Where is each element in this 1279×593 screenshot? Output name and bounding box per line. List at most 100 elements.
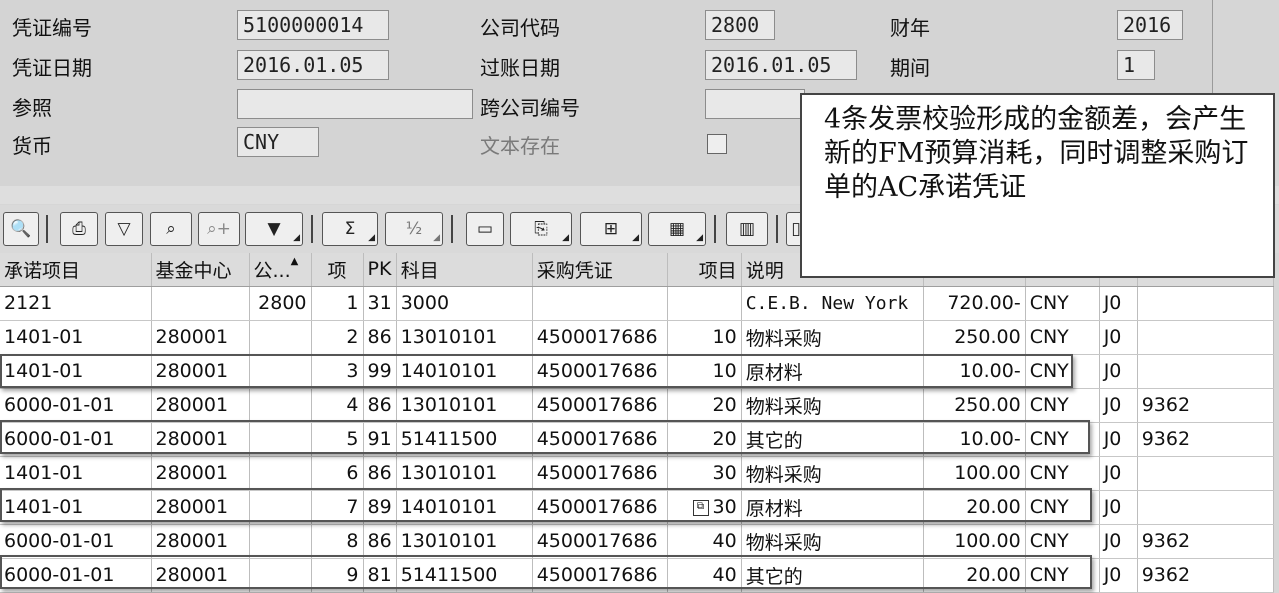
cell-account[interactable]: 14010101 bbox=[396, 354, 533, 389]
find-next-icon[interactable]: ⌕+ bbox=[198, 212, 240, 246]
cell-extra[interactable]: 9362 bbox=[1137, 422, 1274, 457]
cell-account[interactable]: 13010101 bbox=[396, 388, 533, 423]
set-filter-icon[interactable]: ▼ ◢ bbox=[245, 212, 303, 246]
cell-fund-center[interactable]: 280001 bbox=[151, 490, 250, 525]
cell-item[interactable] bbox=[667, 286, 742, 321]
cell-company[interactable] bbox=[249, 354, 312, 389]
cell-tax[interactable]: J0 bbox=[1099, 422, 1138, 457]
cell-account[interactable]: 13010101 bbox=[396, 456, 533, 491]
cell-amount[interactable]: 10.00- bbox=[923, 354, 1026, 389]
cell-posting-key[interactable]: 86 bbox=[363, 456, 397, 491]
detail-icon[interactable]: 🔍 bbox=[3, 212, 39, 246]
cell-description[interactable]: 物料采购 bbox=[741, 388, 924, 423]
cell-item[interactable]: 40 bbox=[667, 524, 742, 559]
post-date-field[interactable]: 2016.01.05 bbox=[705, 50, 857, 80]
cell-company[interactable] bbox=[249, 456, 312, 491]
cell-currency[interactable]: CNY bbox=[1025, 456, 1100, 491]
cell-item[interactable]: 20 bbox=[667, 388, 742, 423]
table-row[interactable]: 1401-01 280001 7 89 14010101 4500017686 ⧉ 30 原材料… bbox=[0, 490, 1274, 525]
currency-field[interactable]: CNY bbox=[237, 127, 319, 157]
cell-item[interactable]: 10 bbox=[667, 354, 742, 389]
document-link-icon[interactable]: ⧉ bbox=[692, 499, 709, 516]
cell-posting-key[interactable]: 86 bbox=[363, 388, 397, 423]
cell-commitment-item[interactable]: 1401-01 bbox=[0, 320, 152, 355]
cell-commitment-item[interactable]: 1401-01 bbox=[0, 354, 152, 389]
cell-line[interactable]: 7 bbox=[311, 490, 364, 525]
layout-icon[interactable]: ▦ ◢ bbox=[648, 212, 706, 246]
col-company[interactable]: 公...▲ bbox=[249, 253, 312, 287]
cell-company[interactable] bbox=[249, 422, 312, 457]
year-field[interactable]: 2016 bbox=[1117, 10, 1183, 40]
cell-currency[interactable]: CNY bbox=[1025, 490, 1100, 525]
cell-tax[interactable]: J0 bbox=[1099, 388, 1138, 423]
cell-commitment-item[interactable]: 6000-01-01 bbox=[0, 388, 152, 423]
cell-account[interactable]: 13010101 bbox=[396, 320, 533, 355]
cell-line[interactable]: 9 bbox=[311, 558, 364, 593]
cell-description[interactable]: 其它的 bbox=[741, 422, 924, 457]
cell-posting-key[interactable]: 81 bbox=[363, 558, 397, 593]
cell-item[interactable]: 10 bbox=[667, 320, 742, 355]
cell-line[interactable]: 8 bbox=[311, 524, 364, 559]
cell-amount[interactable]: 250.00 bbox=[923, 320, 1026, 355]
cell-fund-center[interactable]: 280001 bbox=[151, 524, 250, 559]
cell-purchase-doc[interactable]: 4500017686 bbox=[532, 456, 668, 491]
spreadsheet-icon[interactable]: ⊞ ◢ bbox=[580, 212, 642, 246]
cell-currency[interactable]: CNY bbox=[1025, 388, 1100, 423]
cell-posting-key[interactable]: 99 bbox=[363, 354, 397, 389]
cell-purchase-doc[interactable]: 4500017686 bbox=[532, 558, 668, 593]
col-fund-center[interactable]: 基金中心 bbox=[151, 253, 250, 287]
ref-field[interactable] bbox=[237, 89, 473, 119]
cell-account[interactable]: 13010101 bbox=[396, 524, 533, 559]
cell-tax[interactable]: J0 bbox=[1099, 490, 1138, 525]
cell-extra[interactable] bbox=[1137, 456, 1274, 491]
cell-purchase-doc[interactable]: 4500017686 bbox=[532, 422, 668, 457]
col-account[interactable]: 科目 bbox=[396, 253, 533, 287]
col-posting-key[interactable]: PK bbox=[363, 253, 397, 287]
cell-line[interactable]: 5 bbox=[311, 422, 364, 457]
cell-line[interactable]: 4 bbox=[311, 388, 364, 423]
cell-commitment-item[interactable]: 1401-01 bbox=[0, 456, 152, 491]
cell-currency[interactable]: CNY bbox=[1025, 558, 1100, 593]
cell-commitment-item[interactable]: 6000-01-01 bbox=[0, 524, 152, 559]
cell-purchase-doc[interactable]: 4500017686 bbox=[532, 490, 668, 525]
table-row[interactable]: 1401-01 280001 3 99 14010101 4500017686 10 原材料 1… bbox=[0, 354, 1274, 389]
cell-tax[interactable]: J0 bbox=[1099, 524, 1138, 559]
cell-account[interactable]: 3000 bbox=[396, 286, 533, 321]
cell-commitment-item[interactable]: 6000-01-01 bbox=[0, 422, 152, 457]
cell-company[interactable]: 2800 bbox=[249, 286, 312, 321]
cell-company[interactable] bbox=[249, 524, 312, 559]
table-row[interactable]: 1401-01 280001 2 86 13010101 4500017686 10 物料采购… bbox=[0, 320, 1274, 355]
col-line[interactable]: 项 bbox=[311, 253, 364, 287]
cell-fund-center[interactable]: 280001 bbox=[151, 388, 250, 423]
cell-purchase-doc[interactable]: 4500017686 bbox=[532, 524, 668, 559]
cross-company-field[interactable] bbox=[705, 89, 805, 119]
cell-currency[interactable]: CNY bbox=[1025, 286, 1100, 321]
cell-commitment-item[interactable]: 6000-01-01 bbox=[0, 558, 152, 593]
cell-extra[interactable] bbox=[1137, 354, 1274, 389]
cell-line[interactable]: 1 bbox=[311, 286, 364, 321]
table-row[interactable]: 6000-01-01 280001 5 91 51411500 4500017686 20 其… bbox=[0, 422, 1274, 457]
cell-currency[interactable]: CNY bbox=[1025, 422, 1100, 457]
cell-purchase-doc[interactable]: 4500017686 bbox=[532, 388, 668, 423]
cell-amount[interactable]: 100.00 bbox=[923, 456, 1026, 491]
text-exists-checkbox[interactable] bbox=[707, 134, 727, 154]
cell-amount[interactable]: 10.00- bbox=[923, 422, 1026, 457]
cell-account[interactable]: 51411500 bbox=[396, 422, 533, 457]
cell-purchase-doc[interactable]: 4500017686 bbox=[532, 354, 668, 389]
cell-commitment-item[interactable]: 2121 bbox=[0, 286, 152, 321]
table-row[interactable]: 6000-01-01 280001 4 86 13010101 4500017686 20 物… bbox=[0, 388, 1274, 423]
col-commitment-item[interactable]: 承诺项目 bbox=[0, 253, 152, 287]
cell-purchase-doc[interactable]: 4500017686 bbox=[532, 320, 668, 355]
cell-item[interactable]: 40 bbox=[667, 558, 742, 593]
cell-description[interactable]: C.E.B. New York bbox=[741, 286, 924, 321]
export-icon[interactable]: ⎘ ◢ bbox=[510, 212, 572, 246]
cell-posting-key[interactable]: 86 bbox=[363, 524, 397, 559]
cell-amount[interactable]: 100.00 bbox=[923, 524, 1026, 559]
filter-icon[interactable]: ▽ bbox=[105, 212, 143, 246]
cell-item[interactable]: ⧉ 30 bbox=[667, 490, 742, 525]
cell-description[interactable]: 物料采购 bbox=[741, 320, 924, 355]
cell-description[interactable]: 物料采购 bbox=[741, 456, 924, 491]
subtotal-icon[interactable]: ½ ◢ bbox=[385, 212, 443, 246]
cell-extra[interactable]: 9362 bbox=[1137, 524, 1274, 559]
cell-extra[interactable]: 9362 bbox=[1137, 558, 1274, 593]
